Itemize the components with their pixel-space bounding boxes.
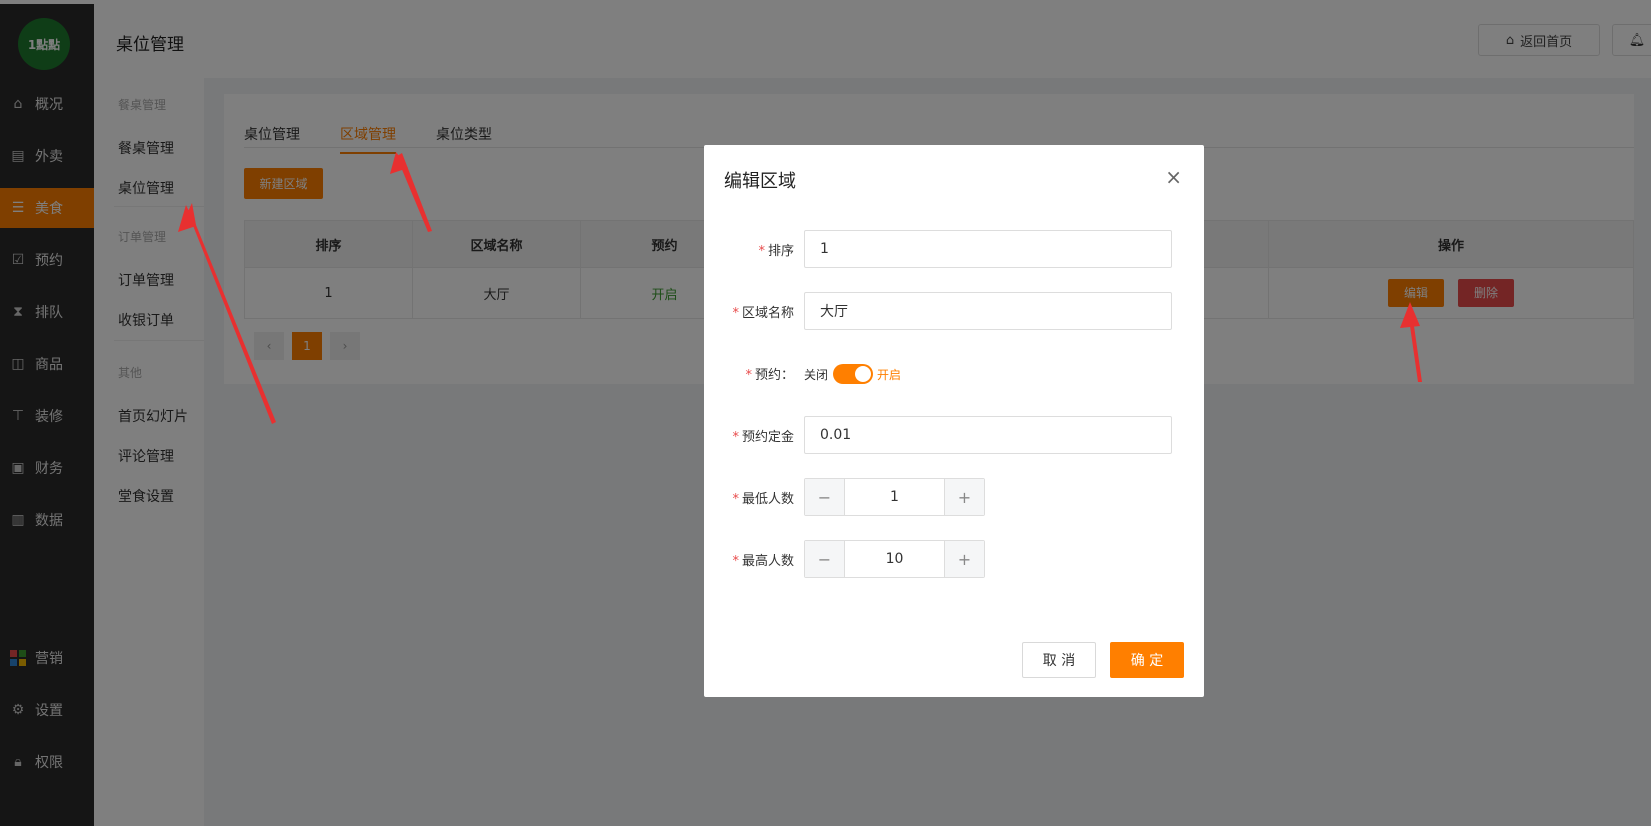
deposit-label: 预约定金	[741, 430, 794, 445]
form-row-reserve: * 预约： 关闭 开启	[704, 354, 1204, 392]
max-people-input[interactable]: 10	[845, 541, 944, 577]
max-people-label: 最高人数	[741, 554, 794, 569]
required-mark: *	[732, 306, 739, 321]
field-label: * 区域名称	[732, 302, 794, 321]
dialog-title: 编辑区域	[724, 171, 796, 192]
min-people-stepper: − 1 +	[804, 478, 985, 516]
area-name-label: 区域名称	[741, 306, 794, 321]
decrement-button[interactable]: −	[805, 479, 845, 515]
area-name-input[interactable]: 大厅	[804, 292, 1172, 330]
order-label: 排序	[767, 244, 794, 259]
reserve-toggle[interactable]	[833, 364, 874, 384]
increment-button[interactable]: +	[944, 479, 984, 515]
deposit-input[interactable]: 0.01	[804, 416, 1172, 454]
field-label: * 预约：	[745, 364, 794, 383]
cancel-button[interactable]: 取 消	[1022, 642, 1096, 678]
required-mark: *	[732, 430, 739, 445]
form-row-name: * 区域名称 大厅	[704, 292, 1204, 330]
switch-off-label: 关闭	[804, 367, 829, 382]
max-people-stepper: − 10 +	[804, 540, 985, 578]
required-mark: *	[758, 244, 765, 259]
required-mark: *	[732, 554, 739, 569]
close-icon[interactable]: ×	[1165, 165, 1182, 189]
confirm-button[interactable]: 确 定	[1110, 642, 1184, 678]
edit-area-dialog: 编辑区域 × * 排序 1 * 区域名称 大厅 * 预约： 关闭 开启 * 预约定金 0…	[704, 145, 1204, 697]
required-mark: *	[745, 368, 752, 383]
field-label: * 最低人数	[732, 488, 794, 507]
switch-on-label: 开启	[877, 367, 902, 382]
field-label: * 排序	[758, 240, 794, 259]
reserve-label: 预约：	[754, 368, 794, 383]
required-mark: *	[732, 492, 739, 507]
reserve-switch-group: 关闭 开启	[804, 364, 901, 384]
field-label: * 最高人数	[732, 550, 794, 569]
min-people-label: 最低人数	[741, 492, 794, 507]
form-row-min-people: * 最低人数 − 1 +	[704, 478, 1204, 516]
decrement-button[interactable]: −	[805, 541, 845, 577]
min-people-input[interactable]: 1	[845, 479, 944, 515]
form-row-deposit: * 预约定金 0.01	[704, 416, 1204, 454]
order-input[interactable]: 1	[804, 230, 1172, 268]
field-label: * 预约定金	[732, 426, 794, 445]
increment-button[interactable]: +	[944, 541, 984, 577]
form-row-order: * 排序 1	[704, 230, 1204, 268]
form-row-max-people: * 最高人数 − 10 +	[704, 540, 1204, 578]
